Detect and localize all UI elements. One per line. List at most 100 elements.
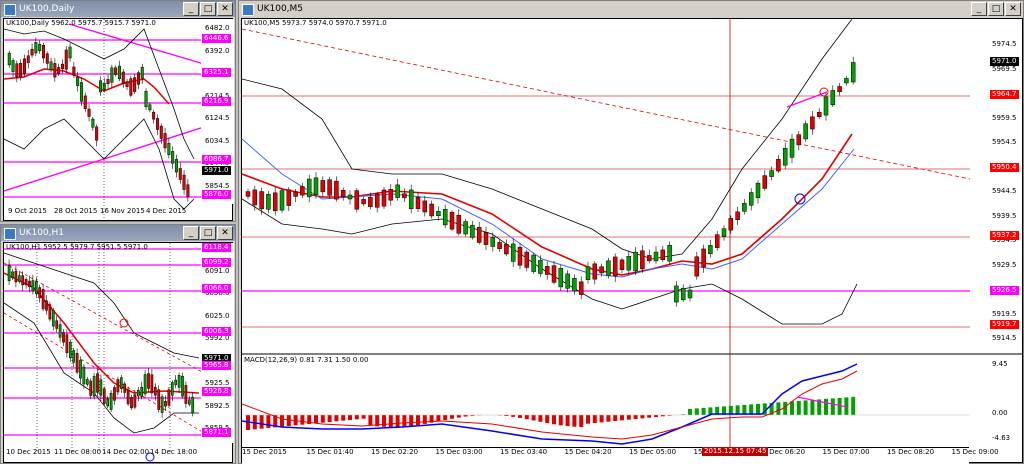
daily-axis-label: 6482.0 — [205, 24, 230, 32]
minimize-button[interactable]: _ — [183, 2, 199, 16]
candle-body — [19, 62, 23, 78]
candle-body — [565, 273, 570, 289]
m5-time-label: 15 Dec 2015 — [242, 448, 287, 456]
daily-price-tag: 5971.0 — [202, 166, 231, 175]
candle-body — [442, 209, 448, 226]
macd-bar — [341, 415, 346, 421]
macd-bar — [776, 402, 781, 415]
candle-body — [422, 200, 428, 213]
macd-bar — [361, 415, 366, 419]
h1-window-title: UK100,H1 — [19, 228, 65, 238]
candle-body — [28, 280, 31, 287]
m5-axis-label: 5914.5 — [992, 334, 1017, 342]
candle-body — [79, 82, 83, 102]
candle-body — [133, 394, 137, 408]
candle-body — [117, 65, 121, 79]
h1-price-plot[interactable] — [3, 242, 233, 463]
h1-chart-window[interactable]: UK100,H1 _ □ ✕ — [0, 224, 236, 464]
close-button[interactable]: ✕ — [217, 2, 233, 16]
maximize-button[interactable]: □ — [200, 226, 216, 240]
macd-bar — [790, 401, 794, 415]
m5-chart-window[interactable]: UK100,M5 _ □ ✕ — [238, 0, 1024, 464]
m5-axis-label: 5929.5 — [992, 260, 1017, 269]
candle-body — [436, 211, 441, 217]
daily-price-plot[interactable] — [3, 18, 233, 221]
macd-bar — [348, 415, 352, 420]
macd-bar — [830, 398, 835, 415]
macd-bar — [416, 415, 420, 425]
candle-body — [714, 234, 720, 248]
candle-body — [34, 281, 38, 294]
daily-axis-label: 5854.5 — [205, 181, 230, 190]
macd-bar — [314, 415, 318, 424]
candle-body — [34, 42, 38, 54]
candle-body — [517, 246, 523, 266]
m5-price-tag: 5937.2 — [990, 231, 1019, 240]
macd-bar — [388, 415, 393, 427]
maximize-button[interactable]: □ — [988, 2, 1004, 16]
macd-bar — [368, 415, 373, 426]
daily-chart-window[interactable]: UK100,Daily _ □ ✕ — [0, 0, 236, 222]
candle-body — [313, 177, 319, 195]
candle-body — [252, 189, 258, 206]
macd-bar — [334, 415, 339, 422]
candle-body — [796, 134, 802, 146]
candle-body — [483, 232, 489, 245]
candle-body — [578, 281, 584, 295]
candle-body — [96, 373, 99, 393]
candle-body — [99, 379, 103, 396]
candle-body — [41, 289, 45, 310]
candle-body — [116, 379, 120, 393]
candle-body — [181, 375, 184, 397]
candle-body — [152, 111, 156, 120]
macd-axis-label: -4.63 — [992, 434, 1011, 442]
candle-body — [45, 53, 49, 64]
macd-bar — [599, 415, 604, 423]
candle-body — [174, 159, 178, 173]
macd-bar — [620, 415, 624, 421]
m5-time-label: 15 Dec 03:00 — [435, 448, 483, 456]
macd-bar — [436, 415, 441, 422]
candle-body — [75, 353, 79, 373]
candle-body — [30, 48, 34, 56]
h1-price-tag: 6006.3 — [202, 327, 231, 336]
candle-body — [89, 380, 93, 396]
candle-body — [22, 58, 26, 74]
m5-time-label: 15 Dec 03:40 — [500, 448, 548, 456]
candle-body — [646, 255, 652, 262]
close-button[interactable]: ✕ — [1005, 2, 1021, 16]
candle-body — [612, 256, 618, 277]
minimize-button[interactable]: _ — [183, 226, 199, 240]
maximize-button[interactable]: □ — [200, 2, 216, 16]
m5-price-plot[interactable] — [241, 18, 1023, 463]
h1-price-tag: 6099.2 — [202, 258, 231, 267]
candle-body — [803, 123, 808, 140]
candle-body — [361, 199, 366, 205]
candle-body — [68, 341, 72, 359]
daily-axis-label: 6392.0 — [205, 46, 230, 55]
h1-time-label: 14 Dec 02:00 — [102, 448, 150, 456]
macd-bar — [259, 415, 264, 429]
daily-window-title: UK100,Daily — [19, 4, 75, 14]
m5-window-titlebar[interactable]: UK100,M5 _ □ ✕ — [239, 1, 1023, 17]
h1-axis-label: 6025.0 — [205, 311, 230, 320]
candle-body — [687, 289, 693, 299]
daily-window-titlebar[interactable]: UK100,Daily _ □ ✕ — [1, 1, 235, 17]
candle-body — [15, 63, 19, 78]
macd-bar — [456, 415, 461, 418]
candle-body — [143, 374, 147, 395]
candle-body — [701, 248, 706, 268]
close-button[interactable]: ✕ — [217, 226, 233, 240]
candle-body — [76, 77, 80, 86]
candle-body — [381, 189, 387, 207]
candle-body — [633, 251, 638, 272]
macd-bar — [518, 415, 522, 418]
candle-body — [640, 250, 645, 270]
h1-window-titlebar[interactable]: UK100,H1 _ □ ✕ — [1, 225, 235, 241]
candle-body — [680, 287, 686, 301]
minimize-button[interactable]: _ — [971, 2, 987, 16]
macd-bar — [531, 415, 536, 421]
candle-body — [11, 60, 15, 72]
candle-body — [170, 382, 174, 396]
h1-price-tag: 5871.1 — [202, 428, 231, 437]
